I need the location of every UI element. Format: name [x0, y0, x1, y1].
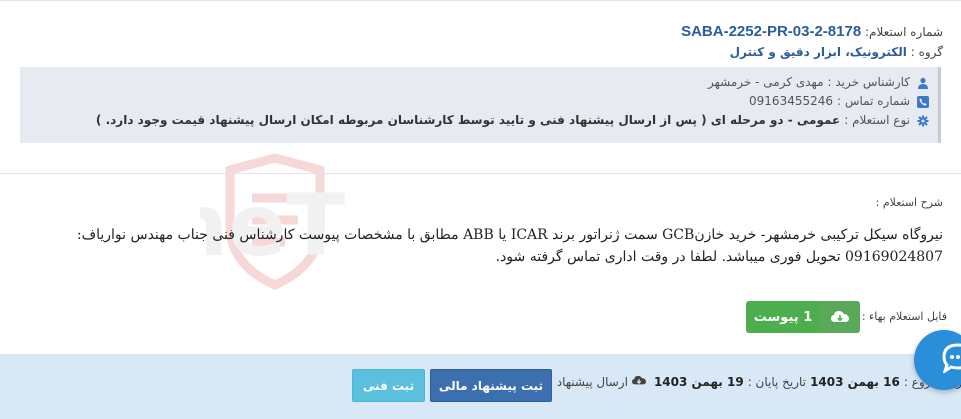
start-date: 16 بهمن 1403: [810, 375, 900, 389]
gear-icon: [916, 114, 930, 128]
phone-label: شماره تماس :: [837, 94, 910, 108]
send-cloud-icon: [631, 375, 646, 389]
phone-row: شماره تماس : 09163455246: [20, 92, 930, 111]
description-text: نیروگاه سیکل ترکیبی خرمشهر- خرید خازنGCB…: [76, 227, 943, 265]
attachment-button[interactable]: 1 پیوست: [746, 301, 860, 333]
request-number-row: شماره استعلام: SABA-2252-PR-03-2-8178: [18, 22, 943, 42]
type-value: عمومی - دو مرحله ای ( پس از ارسال پیشنها…: [95, 113, 841, 127]
inquiry-header: شماره استعلام: SABA-2252-PR-03-2-8178 گر…: [18, 22, 943, 62]
cloud-download-icon: [820, 301, 860, 333]
group-row: گروه : الکترونیک، ابزار دقیق و کنترل: [18, 42, 943, 62]
group-label: گروه :: [910, 45, 943, 59]
footer-dates: تاریخ شروع : 16 بهمن 1403 تاریخ پایان : …: [549, 375, 961, 389]
buyer-row: کارشناس خرید : مهدی کرمی - خرمشهر: [20, 73, 930, 92]
description-label: شرح استعلام :: [875, 196, 943, 209]
type-row: نوع استعلام : عمومی - دو مرحله ای ( پس ا…: [20, 111, 930, 130]
technical-offer-button[interactable]: ثبت فنی: [352, 369, 425, 402]
user-icon: [916, 76, 930, 90]
type-label: نوع استعلام :: [844, 113, 910, 127]
buyer-label: کارشناس خرید :: [827, 75, 911, 89]
buyer-value: مهدی کرمی - خرمشهر: [707, 75, 824, 89]
file-label: فایل استعلام بهاء :: [861, 310, 947, 323]
inquiry-page: AriaTender.neT شماره استعلام: SABA-2252-…: [0, 0, 961, 419]
end-label: تاریخ پایان :: [747, 375, 807, 389]
phone-icon: [916, 95, 930, 109]
financial-offer-button[interactable]: ثبت پیشنهاد مالی: [430, 369, 552, 402]
ariatender-watermark: AriaTender.neT: [200, 153, 345, 290]
request-number-label: شماره استعلام:: [865, 25, 943, 39]
top-border: [0, 0, 961, 1]
phone-value: 09163455246: [749, 94, 834, 108]
group-value: الکترونیک، ابزار دقیق و کنترل: [729, 45, 907, 59]
end-date: 19 بهمن 1403: [653, 375, 744, 389]
request-number: SABA-2252-PR-03-2-8178: [681, 23, 862, 40]
inquiry-info-box: کارشناس خرید : مهدی کرمی - خرمشهر شماره …: [20, 67, 941, 143]
chat-bubble-icon: [942, 343, 961, 377]
send-label: ارسال پیشنهاد :: [548, 375, 628, 389]
attachment-button-label: 1 پیوست: [746, 301, 820, 333]
section-divider: [0, 173, 961, 174]
